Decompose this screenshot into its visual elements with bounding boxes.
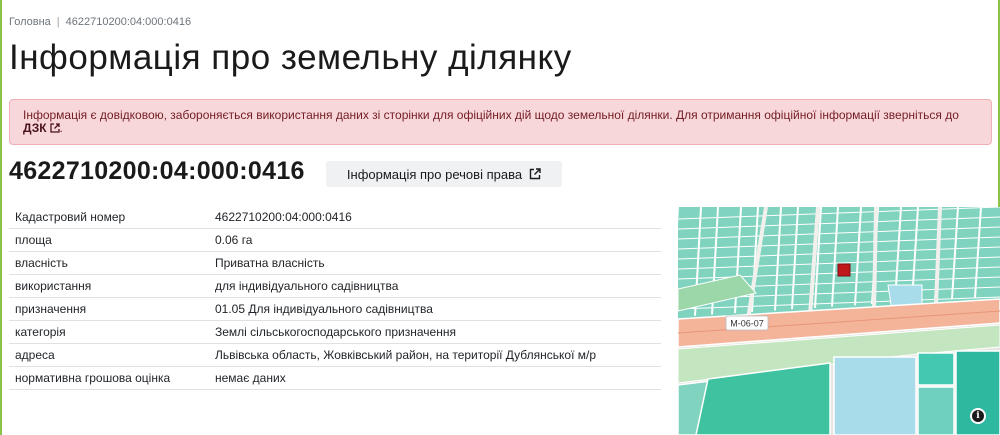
dzk-link[interactable]: ДЗК	[23, 121, 60, 135]
table-key-cell: нормативна грошова оцінка	[9, 366, 209, 390]
map-selected-parcel[interactable]	[837, 263, 851, 277]
table-row: власність Приватна власність	[9, 251, 661, 275]
table-value-cell: 0.06 га	[209, 228, 661, 252]
map-block-water	[833, 356, 917, 435]
property-rights-button[interactable]: Інформація про речові права	[326, 161, 562, 187]
table-row: Кадастровий номер 4622710200:04:000:0416	[9, 206, 661, 229]
table-row: нормативна грошова оцінка немає даних	[9, 366, 661, 390]
dzk-link-label: ДЗК	[23, 121, 47, 135]
property-rights-button-label: Інформація про речові права	[346, 166, 523, 182]
table-row: адреса Львівська область, Жовківський рай…	[9, 343, 661, 367]
map-road-label: М-06-07	[725, 315, 769, 331]
map-lane	[872, 207, 878, 312]
table-row: використання для індивідуального садівниц…	[9, 274, 661, 298]
table-value-cell: немає даних	[209, 366, 661, 390]
alert-suffix: .	[59, 121, 63, 135]
table-key-cell: власність	[9, 251, 209, 275]
external-link-icon	[529, 168, 541, 180]
table-value-cell: 01.05 Для індивідуального садівництва	[209, 297, 661, 321]
table-key-cell: площа	[9, 228, 209, 252]
table-key-cell: адреса	[9, 343, 209, 367]
table-key-cell: категорія	[9, 320, 209, 344]
map-block-industrial-3	[917, 386, 955, 435]
breadcrumb-home-link[interactable]: Головна	[9, 16, 51, 28]
table-row: категорія Землі сільськогосподарського пр…	[9, 320, 661, 344]
table-row: призначення 01.05 Для індивідуального сад…	[9, 297, 661, 321]
parcel-cadastral-number: 4622710200:04:000:0416	[9, 157, 305, 185]
parcel-map[interactable]: М-06-07	[678, 207, 1000, 435]
table-key-cell: Кадастровий номер	[9, 206, 209, 229]
parcel-info-table: Кадастровий номер 4622710200:04:000:0416 п…	[9, 206, 661, 390]
left-frame-border	[0, 0, 2, 435]
table-key-cell: використання	[9, 274, 209, 298]
table-value-cell: Приватна власність	[209, 251, 661, 275]
info-icon: i	[972, 410, 984, 422]
breadcrumb-separator: |	[56, 16, 60, 28]
map-canvas[interactable]: М-06-07	[678, 207, 1000, 435]
svg-text:М-06-07: М-06-07	[730, 319, 764, 329]
map-block-industrial-1	[917, 352, 955, 386]
breadcrumb-current: 4622710200:04:000:0416	[65, 16, 192, 28]
map-info-button[interactable]: i	[970, 408, 986, 424]
page-title: Інформація про земельну ділянку	[9, 38, 572, 77]
table-value-cell: Землі сільськогосподарського призначення	[209, 320, 661, 344]
table-row: площа 0.06 га	[9, 228, 661, 252]
breadcrumb: Головна | 4622710200:04:000:0416	[9, 16, 191, 28]
disclaimer-alert: Інформація є довідковою, забороняється в…	[9, 99, 992, 145]
external-link-icon	[49, 123, 60, 133]
table-value-cell: Львівська область, Жовківський район, на…	[209, 343, 661, 367]
alert-text: Інформація є довідковою, забороняється в…	[23, 108, 959, 122]
table-value-cell: 4622710200:04:000:0416	[209, 206, 661, 229]
table-value-cell: для індивідуального садівництва	[209, 274, 661, 298]
table-key-cell: призначення	[9, 297, 209, 321]
